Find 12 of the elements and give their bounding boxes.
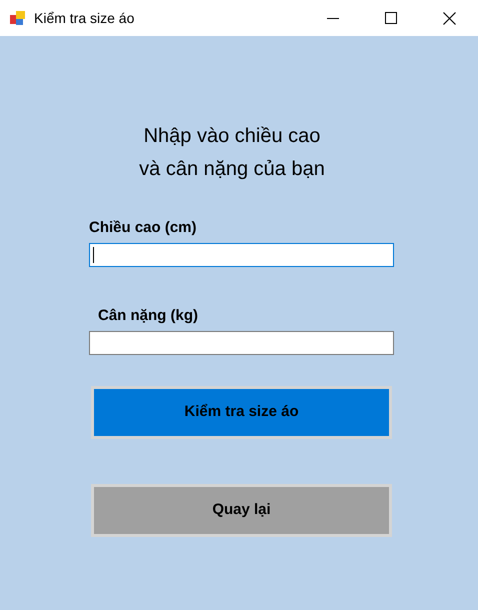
input-field[interactable] (89, 243, 394, 267)
check-size-button[interactable]: Kiểm tra size áo (91, 386, 392, 439)
back-button[interactable]: Quay lại (91, 484, 392, 537)
heading: Nhập vào chiều cao và cân nặng của bạn (139, 124, 325, 182)
window-title: Kiểm tra size áo (34, 8, 134, 28)
field-label: Cân nặng (kg) (98, 307, 198, 325)
close-icon (442, 12, 456, 24)
app-icon (10, 10, 26, 26)
text-cursor (93, 247, 94, 263)
maximize-icon (385, 12, 397, 24)
field-label: Chiều cao (cm) (89, 219, 197, 237)
input-field[interactable] (89, 331, 394, 355)
